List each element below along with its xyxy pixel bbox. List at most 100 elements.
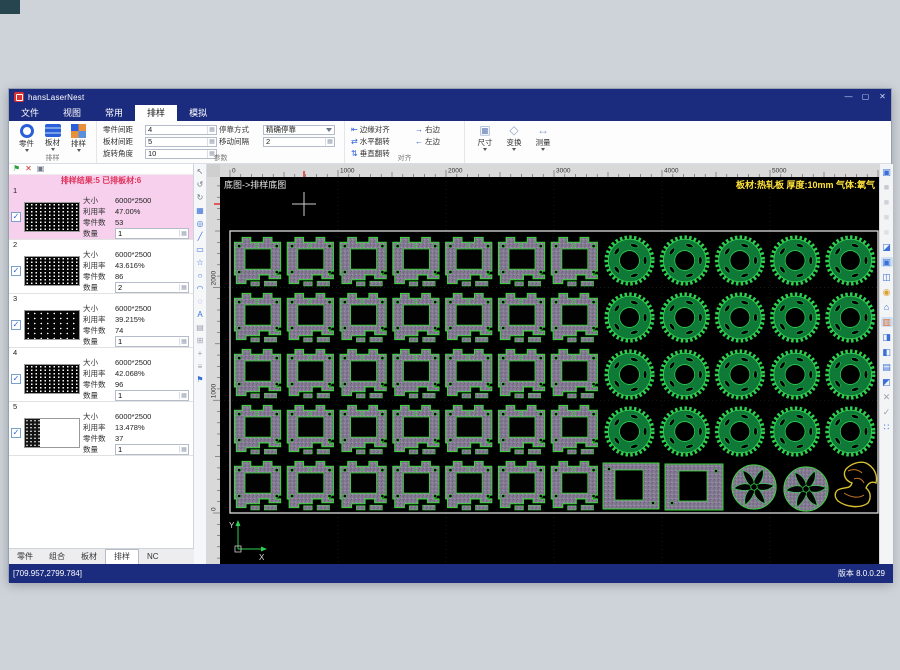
nest-result-item[interactable]: 4 ✓ 大小6000*2500 利用率42.068% 零件数96 数量1▦ <box>9 348 193 402</box>
size-button[interactable]: ▣ 尺寸 <box>474 123 496 151</box>
spinner-icon[interactable]: ▦ <box>325 138 334 146</box>
spinner-icon[interactable]: ▦ <box>179 338 188 345</box>
sheets-button[interactable]: 板材 <box>42 123 63 152</box>
quantity-input[interactable]: 2▦ <box>115 282 189 293</box>
edge-align-button[interactable]: ⇤边缘对齐 <box>351 124 415 135</box>
nest-button[interactable]: 排样 <box>68 123 89 152</box>
item-checkbox[interactable]: ✓ <box>11 212 21 222</box>
corner-view-icon[interactable]: ◩ <box>881 377 893 387</box>
transform-button[interactable]: ◇ 变换 <box>503 123 525 151</box>
field-value: 4 <box>148 125 152 134</box>
nest-result-item[interactable]: 3 ✓ 大小6000*2500 利用率39.215% 零件数74 数量1▦ <box>9 294 193 348</box>
menu-tab-4[interactable]: 排样 <box>135 105 177 121</box>
text-tool-icon[interactable]: A <box>197 310 202 319</box>
canvas-area[interactable]: 0100020003000400050006000010002000 底图->排… <box>207 164 879 564</box>
quantity-input[interactable]: 1▦ <box>115 336 189 347</box>
move-icon[interactable]: + <box>198 349 203 358</box>
swatch-icon[interactable]: ■ <box>881 212 893 222</box>
quantity-input[interactable]: 1▦ <box>115 228 189 239</box>
delete-icon[interactable]: ✕ <box>881 392 893 402</box>
nesting-canvas[interactable]: 0100020003000400050006000010002000 底图->排… <box>207 164 879 564</box>
nest-result-item[interactable]: 1 ✓ 大小6000*2500 利用率47.00% 零件数53 数量1▦ <box>9 186 193 240</box>
undo-icon[interactable]: ↺ <box>197 180 204 189</box>
menu-tab-3[interactable]: 常用 <box>93 105 135 121</box>
sheet-thumbnail[interactable] <box>24 310 80 340</box>
zoom-icon[interactable]: ◎ <box>197 219 204 228</box>
parts-button[interactable]: 零件 <box>16 123 37 152</box>
copy-result-icon[interactable]: ▣ <box>37 164 45 174</box>
item-checkbox[interactable]: ✓ <box>11 374 21 384</box>
align-right-button[interactable]: →右边 <box>415 124 461 135</box>
flip-horizontal-button[interactable]: ⇄水平翻转 <box>351 136 415 147</box>
menu-tab-2[interactable]: 视图 <box>51 105 93 121</box>
circle-tool-icon[interactable]: ○ <box>198 271 203 280</box>
chat-icon[interactable]: ◫ <box>881 272 893 282</box>
spinner-icon[interactable]: ▦ <box>207 126 216 134</box>
sidebar-tab-1[interactable]: 零件 <box>9 550 41 564</box>
item-checkbox[interactable]: ✓ <box>11 266 21 276</box>
minimize-button[interactable]: — <box>840 89 857 105</box>
sidebar-tab-5[interactable]: NC <box>139 550 167 564</box>
flip-view-icon[interactable]: ◨ <box>881 332 893 342</box>
sidebar-tab-3[interactable]: 板材 <box>73 550 105 564</box>
sheet-thumbnail[interactable] <box>24 364 80 394</box>
split-view-icon[interactable]: ◧ <box>881 347 893 357</box>
quantity-value: 2 <box>118 283 122 292</box>
spinner-icon[interactable]: ▦ <box>179 230 188 237</box>
home-icon[interactable]: ⌂ <box>881 302 893 312</box>
spinner-icon[interactable]: ▦ <box>207 138 216 146</box>
spinner-icon[interactable]: ▦ <box>179 392 188 399</box>
rect-tool-icon[interactable]: ▭ <box>196 245 204 254</box>
line-tool-icon[interactable]: ╱ <box>198 232 203 241</box>
menu-tab-5[interactable]: 模拟 <box>177 105 219 121</box>
print-icon[interactable]: ▤ <box>196 323 204 332</box>
start-nest-icon[interactable]: ⚑ <box>13 164 20 174</box>
close-button[interactable]: ✕ <box>874 89 891 105</box>
swatch-icon[interactable]: ■ <box>881 182 893 192</box>
list-view-icon[interactable]: ▤ <box>881 362 893 372</box>
delete-result-icon[interactable]: ✕ <box>25 164 32 174</box>
nest-result-item[interactable]: 2 ✓ 大小6000*2500 利用率43.616% 零件数86 数量2▦ <box>9 240 193 294</box>
array-icon[interactable]: ⊞ <box>197 336 204 345</box>
quantity-input[interactable]: 1▦ <box>115 444 189 455</box>
select-arrow-icon[interactable]: ↖ <box>197 167 204 176</box>
nest-result-item[interactable]: 5 ✓ 大小6000*2500 利用率13.478% 零件数37 数量1▦ <box>9 402 193 456</box>
spinner-icon[interactable]: ▦ <box>179 284 188 291</box>
star-tool-icon[interactable]: ☆ <box>196 258 203 267</box>
sheet-thumbnail[interactable] <box>24 256 80 286</box>
layers-icon[interactable]: ≡ <box>198 362 203 371</box>
item-checkbox[interactable]: ✓ <box>11 428 21 438</box>
spinner-icon[interactable]: ▦ <box>179 446 188 453</box>
blueprint-icon[interactable]: ▣ <box>881 167 893 177</box>
sheet-thumbnail[interactable] <box>24 418 80 448</box>
arc-tool-icon[interactable]: ◠ <box>197 284 204 293</box>
flag-icon[interactable]: ⚑ <box>196 375 203 384</box>
utilization-label: 利用率 <box>83 422 115 433</box>
menu-tab-1[interactable]: 文件 <box>9 105 51 121</box>
redo-icon[interactable]: ↻ <box>197 193 204 202</box>
monitor-icon[interactable]: ▣ <box>881 257 893 267</box>
quantity-input[interactable]: 1▦ <box>115 390 189 401</box>
sheet-thumbnail[interactable] <box>24 202 80 232</box>
move-step-input[interactable]: 2▦ <box>263 137 335 147</box>
ellipse-tool-icon[interactable]: ◌ <box>198 297 203 306</box>
align-left-button[interactable]: ←左边 <box>415 136 461 147</box>
check-icon[interactable]: ✓ <box>881 407 893 417</box>
swatch-icon[interactable]: ■ <box>881 227 893 237</box>
part-spacing-input[interactable]: 4▦ <box>145 125 217 135</box>
grid-icon[interactable]: ∷ <box>881 422 893 432</box>
gear-icon[interactable]: ◉ <box>881 287 893 297</box>
image-icon[interactable]: ▦ <box>196 206 204 215</box>
sidebar-tab-4[interactable]: 排样 <box>105 549 139 564</box>
fit-view-icon[interactable]: ◪ <box>881 242 893 252</box>
panel-icon[interactable]: ▥ <box>881 317 893 327</box>
dock-mode-select[interactable]: 精确停靠 <box>263 125 335 135</box>
swatch-icon[interactable]: ■ <box>881 197 893 207</box>
item-checkbox[interactable]: ✓ <box>11 320 21 330</box>
measure-button[interactable]: ↔ 测量 <box>532 123 554 151</box>
sheet-spacing-input[interactable]: 5▦ <box>145 137 217 147</box>
app-window: hansLaserNest — ▢ ✕ 文件视图常用排样模拟 零件 板材 <box>8 88 892 582</box>
part-count-label: 零件数 <box>83 325 115 336</box>
restore-button[interactable]: ▢ <box>857 89 874 105</box>
sidebar-tab-2[interactable]: 组合 <box>41 550 73 564</box>
